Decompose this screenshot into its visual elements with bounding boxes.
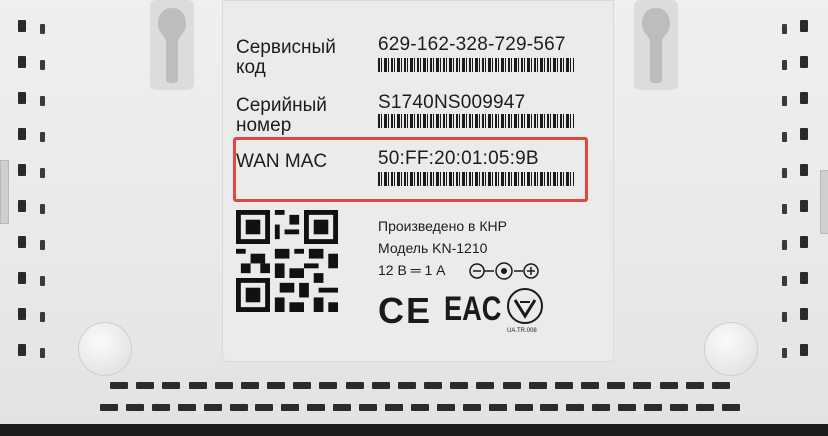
wan-mac-highlight-box: [233, 137, 588, 202]
service-code-barcode: [378, 58, 574, 72]
ce-mark: CE: [378, 290, 433, 331]
bottom-vents-row-1: [110, 382, 730, 390]
ukraine-conformity-icon: [507, 288, 543, 324]
right-side-tab: [820, 170, 828, 234]
right-wall-mount-keyhole: [634, 0, 678, 90]
serial-label: Серийный номер: [236, 96, 327, 136]
ukraine-mark-caption: UA.TR.008: [507, 328, 537, 334]
serial-label-line1: Серийный: [236, 95, 327, 116]
right-rubber-foot: [704, 322, 758, 376]
left-wall-mount-keyhole: [150, 0, 194, 90]
bottom-vents-row-2: [100, 404, 740, 412]
bottom-edge: [0, 424, 828, 436]
qr-code: [236, 210, 338, 312]
left-outer-vents: [18, 20, 28, 380]
serial-value: S1740NS009947: [378, 92, 526, 113]
left-side-tab: [0, 160, 9, 224]
right-outer-vents: [800, 20, 810, 380]
service-code-label: Сервисный код: [236, 38, 336, 78]
power-rating-text: 12 В ═ 1 А: [378, 262, 446, 278]
service-code-label-line2: код: [236, 57, 266, 78]
left-inner-vents: [40, 24, 50, 384]
serial-label-line2: номер: [236, 115, 292, 136]
eac-mark: EAC: [444, 290, 502, 328]
model-text: Модель KN-1210: [378, 240, 488, 256]
service-code-label-line1: Сервисный: [236, 37, 336, 58]
serial-barcode: [378, 114, 574, 128]
made-in-text: Произведено в КНР: [378, 218, 507, 234]
right-inner-vents: [782, 24, 792, 384]
polarity-icon: [469, 262, 539, 280]
service-code-value: 629-162-328-729-567: [378, 34, 566, 55]
router-bottom-panel: Сервисный код 629-162-328-729-567 Серийн…: [0, 0, 828, 436]
left-rubber-foot: [78, 322, 132, 376]
